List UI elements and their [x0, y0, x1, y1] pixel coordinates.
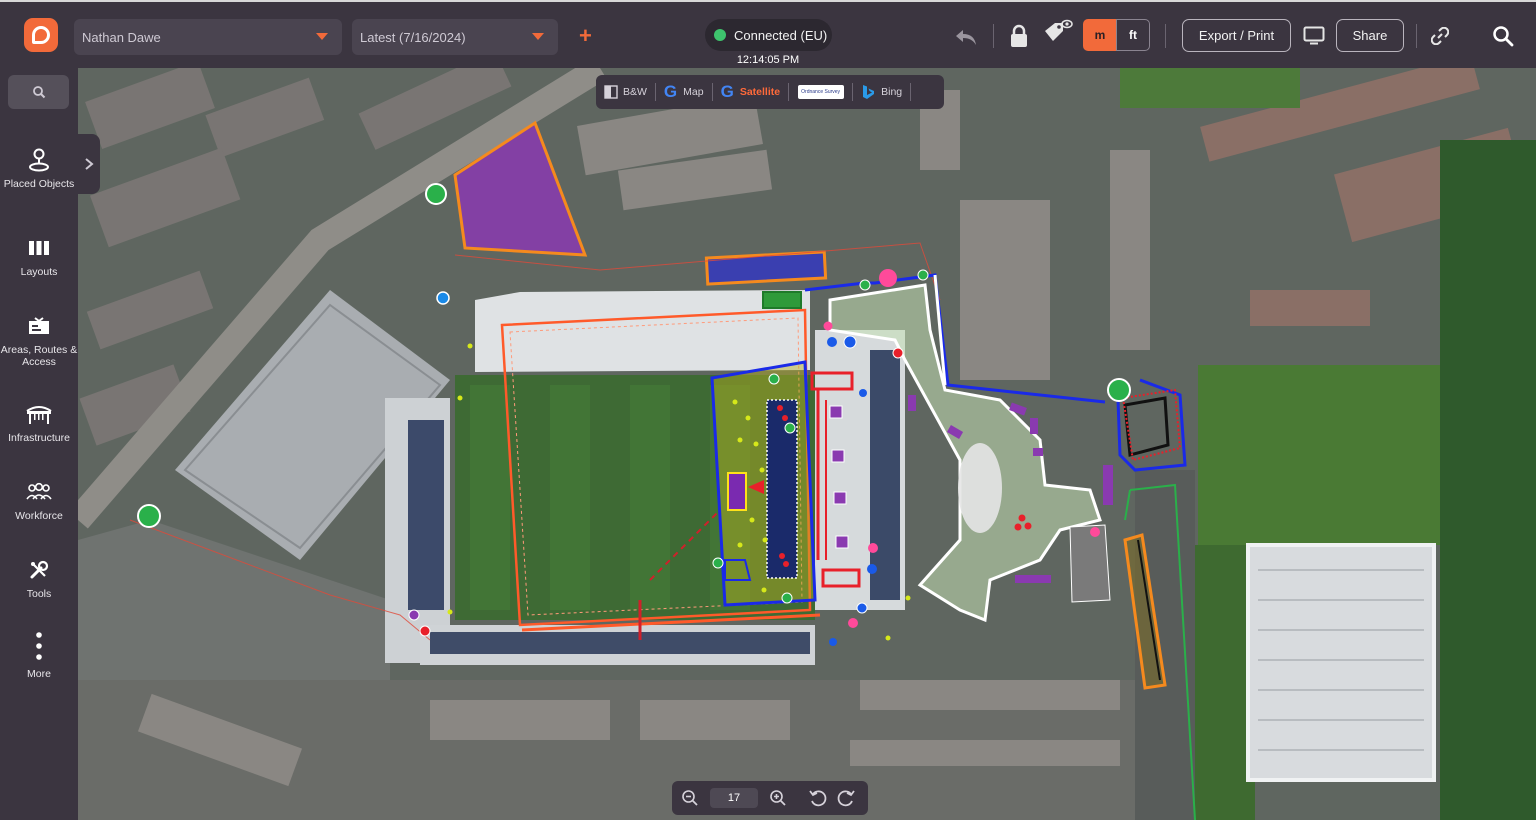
layer-map[interactable]: G Map: [656, 82, 713, 101]
version-select-value: Latest (7/16/2024): [360, 29, 466, 45]
sidebar-item-more[interactable]: More: [0, 628, 78, 680]
pin-person-icon: [0, 146, 78, 174]
sidebar-item-label: Placed Objects: [3, 178, 75, 190]
sidebar-item-areas-routes-access[interactable]: Areas, Routes & Access: [0, 312, 78, 368]
add-version-button[interactable]: +: [579, 23, 592, 48]
lock-button[interactable]: [1008, 23, 1030, 49]
sidebar-item-tools[interactable]: Tools: [0, 556, 78, 600]
toolbar-divider: [1416, 24, 1417, 48]
user-select-value: Nathan Dawe: [82, 29, 161, 45]
copy-link-button[interactable]: [1430, 26, 1450, 46]
connection-status-badge: Connected (EU): [705, 19, 832, 51]
version-select[interactable]: Latest (7/16/2024): [352, 19, 558, 55]
layer-label: Map: [683, 86, 704, 98]
chevron-down-icon: [316, 33, 328, 40]
link-icon: [1431, 27, 1449, 45]
google-logo-icon: G: [720, 82, 734, 101]
plus-icon: +: [579, 23, 592, 48]
user-select[interactable]: Nathan Dawe: [74, 19, 342, 55]
lock-icon: [1011, 24, 1027, 47]
app-root: Nathan Dawe Latest (7/16/2024) + Connect…: [0, 0, 1536, 820]
chevron-right-icon: [85, 158, 94, 170]
toolbar-divider: [1165, 24, 1166, 48]
layer-bing[interactable]: Bing: [853, 83, 912, 101]
layer-label: Satellite: [739, 86, 781, 98]
people-icon: [0, 478, 78, 506]
sidebar-item-label: Tools: [26, 588, 52, 600]
zoom-out-icon: [682, 790, 698, 806]
share-button[interactable]: Share: [1336, 19, 1404, 52]
chevron-down-icon: [532, 33, 544, 40]
connection-status-text: Connected (EU): [734, 27, 828, 43]
sidebar-item-label: Infrastructure: [8, 432, 70, 444]
rotate-right-button[interactable]: [834, 786, 858, 810]
sidebar-item-label: Areas, Routes & Access: [0, 344, 78, 368]
layer-ordnance-survey[interactable]: Ordnance Survey: [789, 83, 854, 101]
sidebar-item-placed-objects[interactable]: Placed Objects: [0, 146, 78, 190]
sidebar-item-label: More: [27, 668, 51, 680]
bw-map-icon: [604, 85, 618, 99]
sidebar-item-label: Layouts: [20, 266, 58, 278]
layer-label: B&W: [623, 86, 647, 98]
zoom-out-button[interactable]: [678, 786, 702, 810]
layer-bw[interactable]: B&W: [596, 83, 656, 101]
fence-icon: [0, 400, 78, 428]
clock-text: 12:14:05 PM: [736, 54, 800, 66]
undo-button[interactable]: [952, 24, 980, 50]
sidebar-expand-button[interactable]: [78, 134, 100, 194]
rotate-left-button[interactable]: [806, 786, 830, 810]
tools-icon: [0, 556, 78, 584]
app-logo[interactable]: [24, 18, 58, 52]
layer-satellite[interactable]: G Satellite: [713, 82, 790, 101]
tag-visibility-button[interactable]: [1042, 18, 1074, 48]
top-toolbar: Nathan Dawe Latest (7/16/2024) + Connect…: [0, 0, 1536, 68]
unit-metric-toggle[interactable]: m: [1083, 19, 1117, 51]
sidebar-item-layouts[interactable]: Layouts: [0, 234, 78, 278]
display-mode-button[interactable]: [1302, 25, 1326, 47]
bing-logo-icon: [863, 85, 875, 99]
logo-mark-icon: [32, 26, 50, 44]
ordnance-survey-logo: Ordnance Survey: [797, 85, 844, 99]
sidebar-item-infrastructure[interactable]: Infrastructure: [0, 400, 78, 444]
rotate-right-icon: [837, 790, 855, 807]
tag-eye-icon: [1045, 19, 1073, 41]
monitor-icon: [1303, 26, 1325, 45]
google-logo-icon: G: [663, 82, 678, 101]
zoom-in-icon: [770, 790, 786, 806]
search-button[interactable]: [1491, 24, 1515, 48]
columns-icon: [0, 234, 78, 262]
map-canvas[interactable]: [78, 68, 1536, 820]
zoom-level-input[interactable]: 17: [710, 788, 758, 808]
left-sidebar: Placed Objects Layouts Areas, Routes & A…: [0, 68, 78, 820]
map-layer-switcher: B&W G Map G Satellite Ordnance Survey Bi…: [596, 75, 944, 109]
search-icon: [32, 86, 45, 99]
search-icon: [1493, 26, 1514, 47]
map-board-icon: [0, 312, 78, 340]
more-vertical-icon: [0, 628, 78, 664]
sidebar-search-button[interactable]: [8, 75, 69, 109]
satellite-map-view[interactable]: [78, 68, 1536, 820]
sidebar-item-label: Workforce: [15, 510, 63, 522]
undo-arrow-icon: [956, 30, 976, 45]
layer-label: Bing: [881, 86, 903, 98]
sidebar-item-workforce[interactable]: Workforce: [0, 478, 78, 522]
status-dot-icon: [714, 29, 726, 41]
toolbar-divider: [993, 24, 994, 48]
zoom-controls: 17: [672, 781, 868, 815]
rotate-left-icon: [809, 790, 827, 807]
export-print-button[interactable]: Export / Print: [1182, 19, 1291, 52]
zoom-in-button[interactable]: [766, 786, 790, 810]
unit-imperial-toggle[interactable]: ft: [1116, 19, 1150, 51]
